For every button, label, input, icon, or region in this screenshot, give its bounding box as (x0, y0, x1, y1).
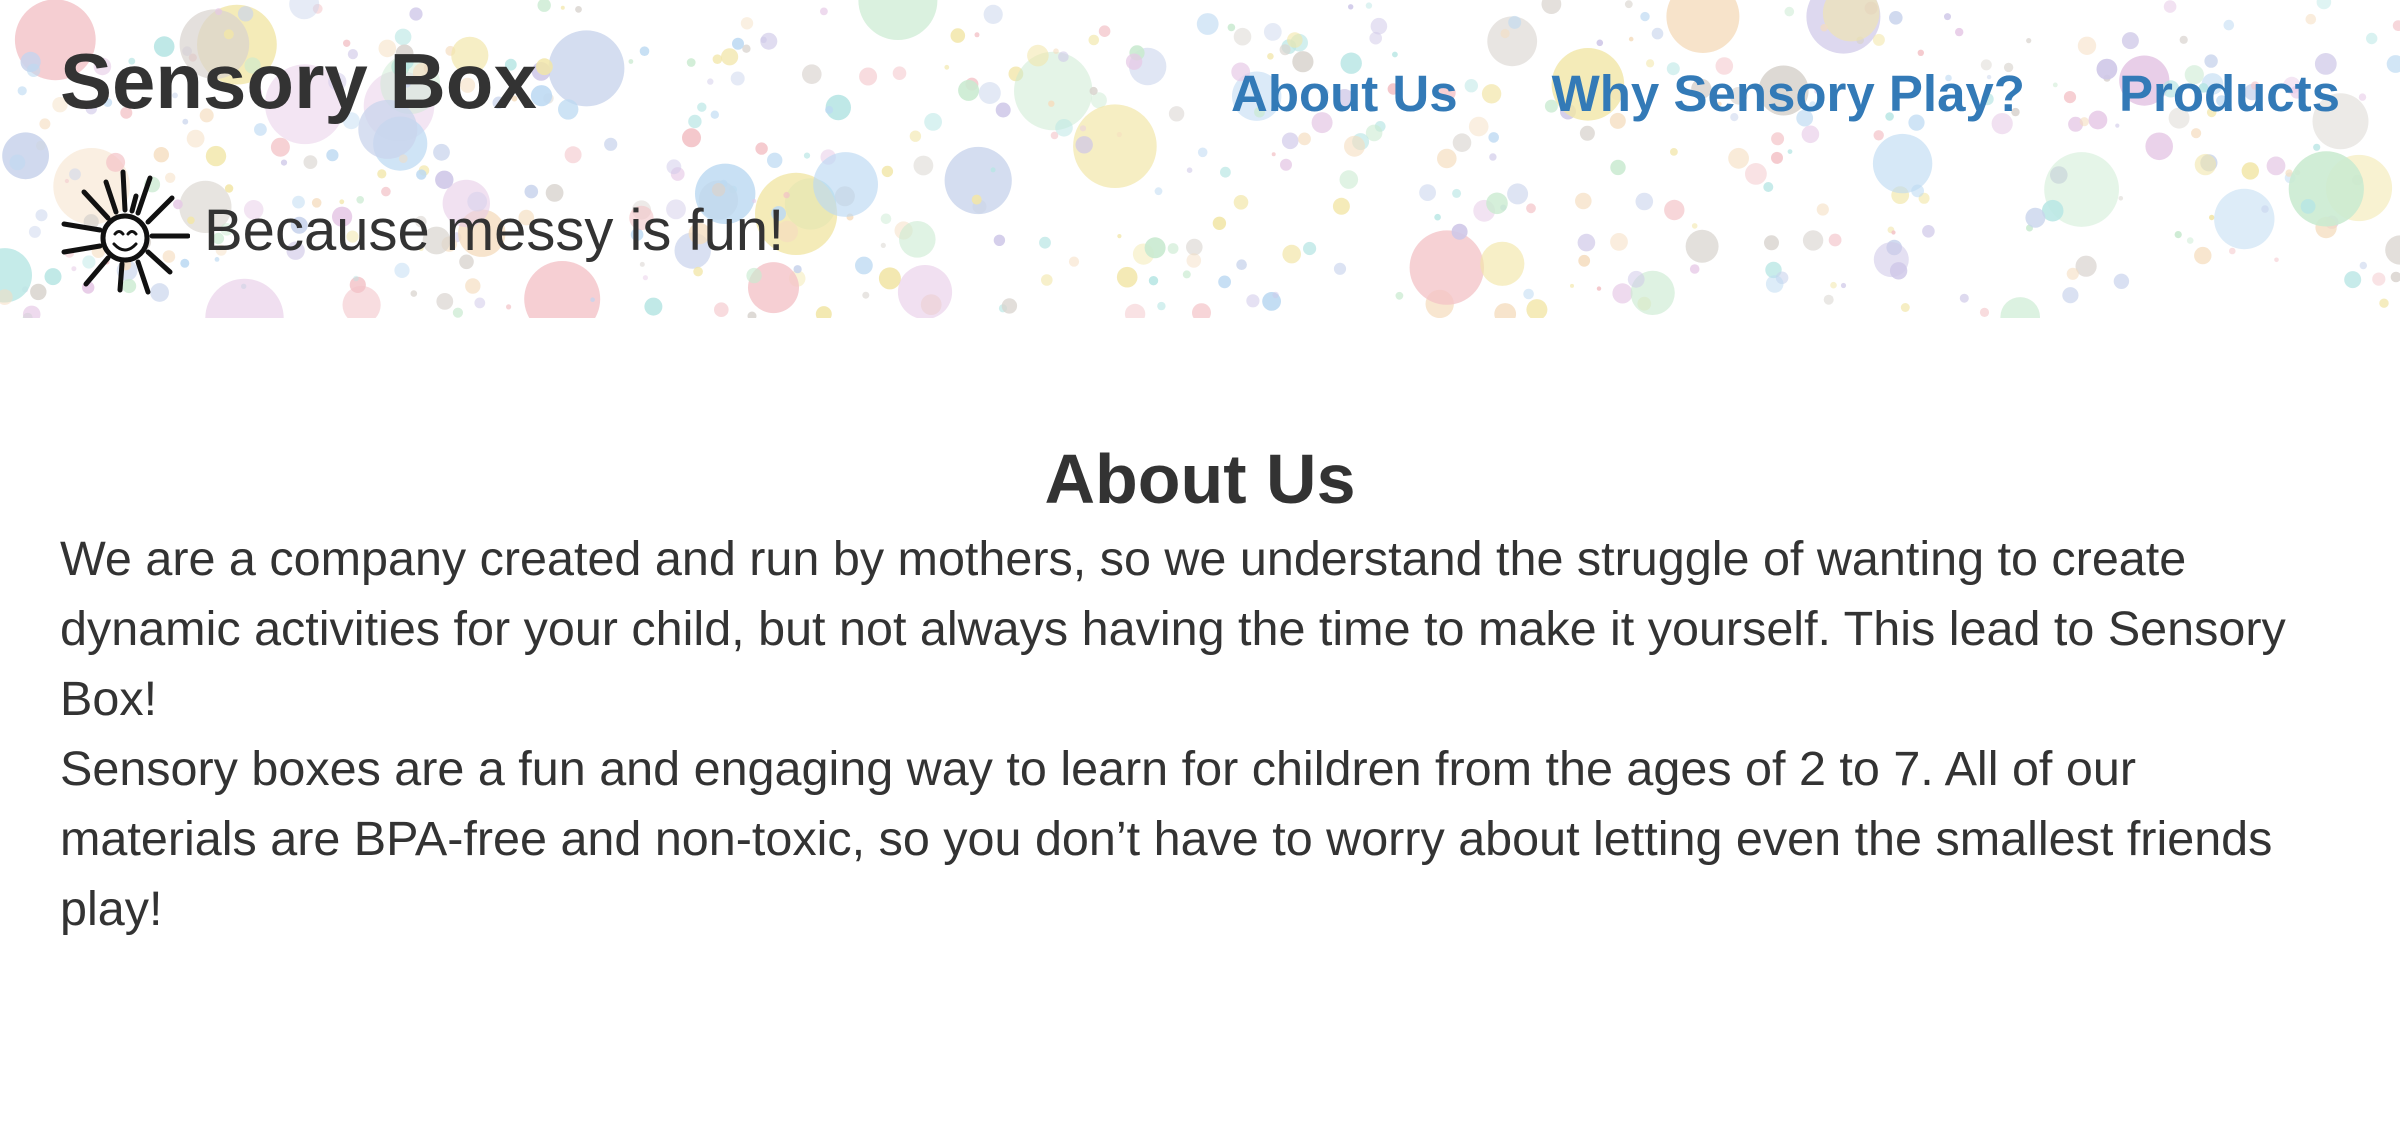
smiling-sun-icon (61, 169, 190, 295)
main-nav: About Us Why Sensory Play? Products (1231, 64, 2340, 124)
nav-link-products[interactable]: Products (2119, 64, 2340, 124)
site-header: Sensory Box Because messy is fun! About … (0, 0, 2400, 318)
tagline-row: Because messy is fun! (60, 166, 784, 296)
main-content: About Us We are a company created and ru… (0, 318, 2400, 944)
about-paragraph-2: Sensory boxes are a fun and engaging way… (60, 742, 2273, 936)
site-title[interactable]: Sensory Box (60, 38, 537, 124)
section-heading: About Us (1044, 440, 1356, 518)
nav-link-about-us[interactable]: About Us (1231, 64, 1458, 124)
nav-link-why-sensory-play[interactable]: Why Sensory Play? (1552, 64, 2025, 124)
about-paragraph-1: We are a company created and run by moth… (60, 532, 2286, 726)
tagline: Because messy is fun! (204, 198, 785, 263)
